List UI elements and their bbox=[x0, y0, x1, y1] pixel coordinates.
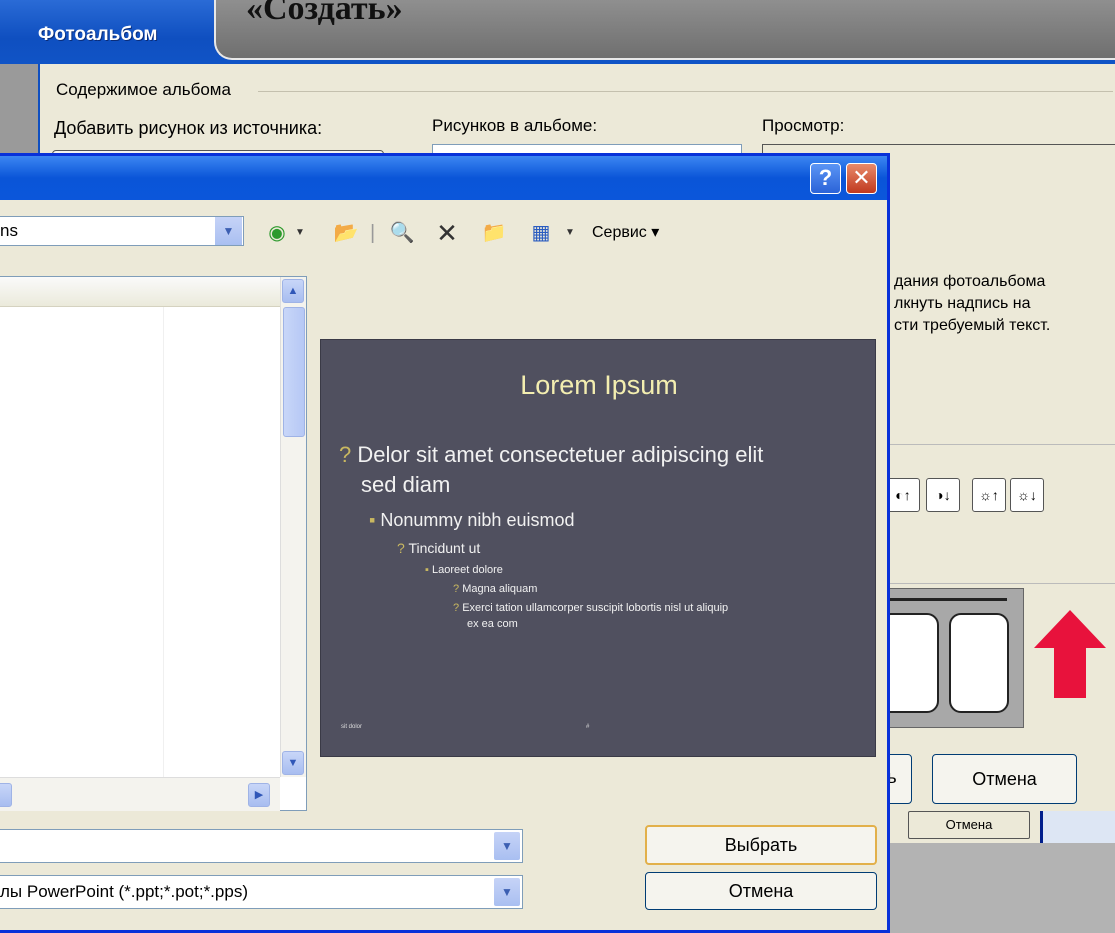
slide-callout-banner: «Создать» bbox=[214, 0, 1115, 60]
file-type-value: лы PowerPoint (*.ppt;*.pot;*.pps) bbox=[0, 882, 248, 901]
file-dialog-titlebar[interactable]: ? ✕ bbox=[0, 156, 887, 200]
bullet-icon: ? bbox=[453, 583, 463, 595]
preview-label: Просмотр: bbox=[762, 116, 845, 135]
file-name-input[interactable]: ▼ bbox=[0, 829, 523, 863]
add-picture-label: Добавить рисунок из источника: bbox=[54, 118, 323, 138]
up-folder-icon[interactable]: 📂 bbox=[330, 220, 362, 246]
horizontal-scrollbar[interactable]: ▶ bbox=[0, 777, 280, 811]
slide-footer-left: sit dolor bbox=[341, 724, 363, 730]
slide-preview: Lorem Ipsum ? Delor sit amet consectetue… bbox=[320, 339, 876, 757]
banner-text: «Создать» bbox=[246, 0, 403, 27]
slide-bullet-6-cont: ex ea com bbox=[467, 618, 518, 630]
bullet-icon: ? bbox=[339, 442, 358, 467]
group-divider bbox=[258, 91, 1113, 92]
scroll-up-icon[interactable]: ▲ bbox=[282, 279, 304, 303]
layout-picture-placeholder bbox=[949, 613, 1009, 713]
slide-title: Lorem Ipsum bbox=[520, 370, 678, 400]
help-icon: ? bbox=[818, 165, 833, 190]
bullet-icon: ▪ bbox=[369, 510, 381, 530]
brightness-up-icon: ☼↑ bbox=[979, 487, 999, 503]
hint-line: дания фотоальбома bbox=[894, 273, 1046, 290]
brightness-up-button[interactable]: ☼↑ bbox=[972, 478, 1006, 512]
slide-bullet-4: ▪ Laoreet dolore bbox=[425, 564, 503, 576]
scroll-right-icon[interactable]: ▶ bbox=[248, 783, 270, 807]
toolbar-divider bbox=[888, 444, 1115, 445]
chevron-down-icon[interactable]: ▼ bbox=[214, 217, 242, 245]
search-web-icon[interactable]: 🔍 bbox=[386, 220, 418, 246]
chevron-down-icon[interactable]: ▼ bbox=[494, 878, 520, 906]
slide-bullet-5: ? Magna aliquam bbox=[453, 583, 538, 595]
select-button[interactable]: Выбрать bbox=[645, 825, 877, 865]
album-title: Фотоальбом bbox=[38, 24, 158, 45]
album-cancel-button-small[interactable]: Отмена bbox=[908, 811, 1030, 839]
background-window-edge bbox=[1040, 811, 1115, 843]
bullet-icon: ? bbox=[397, 540, 409, 556]
file-list-header[interactable] bbox=[0, 277, 280, 307]
delete-icon[interactable]: ✕ bbox=[432, 220, 462, 246]
brightness-down-icon: ☼↓ bbox=[1017, 487, 1037, 503]
toolbar-separator: | bbox=[370, 222, 376, 244]
bullet-icon: ? bbox=[453, 602, 463, 614]
vertical-scrollbar[interactable]: ▲ ▼ bbox=[280, 277, 306, 777]
brightness-down-button[interactable]: ☼↓ bbox=[1010, 478, 1044, 512]
slide-bullet-1: ? Delor sit amet consectetuer adipiscing… bbox=[339, 442, 764, 467]
bullet-icon: ▪ bbox=[425, 564, 432, 576]
contrast-down-button[interactable]: ◑↓ bbox=[926, 478, 960, 512]
contrast-up-button[interactable]: ◐↑ bbox=[886, 478, 920, 512]
new-folder-icon[interactable]: 📁 bbox=[478, 220, 510, 246]
file-list[interactable]: ▲ ▼ ▶ bbox=[0, 276, 307, 811]
cancel-button[interactable]: Отмена bbox=[645, 872, 877, 910]
contrast-up-icon: ◐↑ bbox=[895, 487, 911, 503]
slide-footer-right: # bbox=[586, 724, 590, 730]
album-cancel-button[interactable]: Отмена bbox=[932, 754, 1077, 804]
help-button[interactable]: ? bbox=[810, 163, 841, 194]
scroll-down-icon[interactable]: ▼ bbox=[282, 751, 304, 775]
scroll-left-icon[interactable] bbox=[0, 783, 12, 807]
open-file-dialog: ? ✕ ns ▼ ◉ ▼ 📂 | 🔍 ✕ 📁 ▦ ▼ Сервис ▾ ▲ ▼ … bbox=[0, 153, 890, 933]
views-icon[interactable]: ▦ bbox=[526, 220, 556, 246]
back-icon[interactable]: ◉ bbox=[262, 220, 292, 246]
section-divider bbox=[888, 583, 1115, 584]
slide-bullet-6: ? Exerci tation ullamcorper suscipit lob… bbox=[453, 602, 729, 614]
file-type-select[interactable]: лы PowerPoint (*.ppt;*.pot;*.pps) ▼ bbox=[0, 875, 523, 909]
back-dropdown-icon[interactable]: ▼ bbox=[294, 220, 306, 246]
background-area bbox=[890, 843, 1115, 933]
views-dropdown-icon[interactable]: ▼ bbox=[564, 220, 576, 246]
hint-line: сти требуемый текст. bbox=[894, 317, 1051, 334]
slide-bullet-2: ▪ Nonummy nibh euismod bbox=[369, 510, 575, 530]
look-in-dropdown[interactable]: ns ▼ bbox=[0, 216, 244, 246]
layout-title-bar bbox=[887, 598, 1007, 601]
hint-line: лкнуть надпись на bbox=[894, 295, 1031, 312]
slide-bullet-3: ? Tincidunt ut bbox=[397, 540, 481, 556]
pictures-in-album-label: Рисунков в альбоме: bbox=[432, 116, 598, 135]
contrast-down-icon: ◑↓ bbox=[935, 487, 951, 503]
slide-bullet-1-cont: sed diam bbox=[361, 472, 451, 497]
close-icon: ✕ bbox=[852, 165, 871, 190]
file-list-column-divider bbox=[163, 307, 164, 777]
red-arrow-icon bbox=[1034, 610, 1106, 698]
album-hint-text: дания фотоальбома лкнуть надпись на сти … bbox=[894, 271, 1050, 337]
chevron-down-icon[interactable]: ▼ bbox=[494, 832, 520, 860]
tools-menu[interactable]: Сервис ▾ bbox=[592, 222, 659, 242]
scroll-thumb[interactable] bbox=[283, 307, 305, 437]
look-in-value: ns bbox=[0, 221, 18, 240]
layout-preview bbox=[879, 588, 1024, 728]
close-button[interactable]: ✕ bbox=[846, 163, 877, 194]
album-content-group-label: Содержимое альбома bbox=[56, 80, 231, 99]
